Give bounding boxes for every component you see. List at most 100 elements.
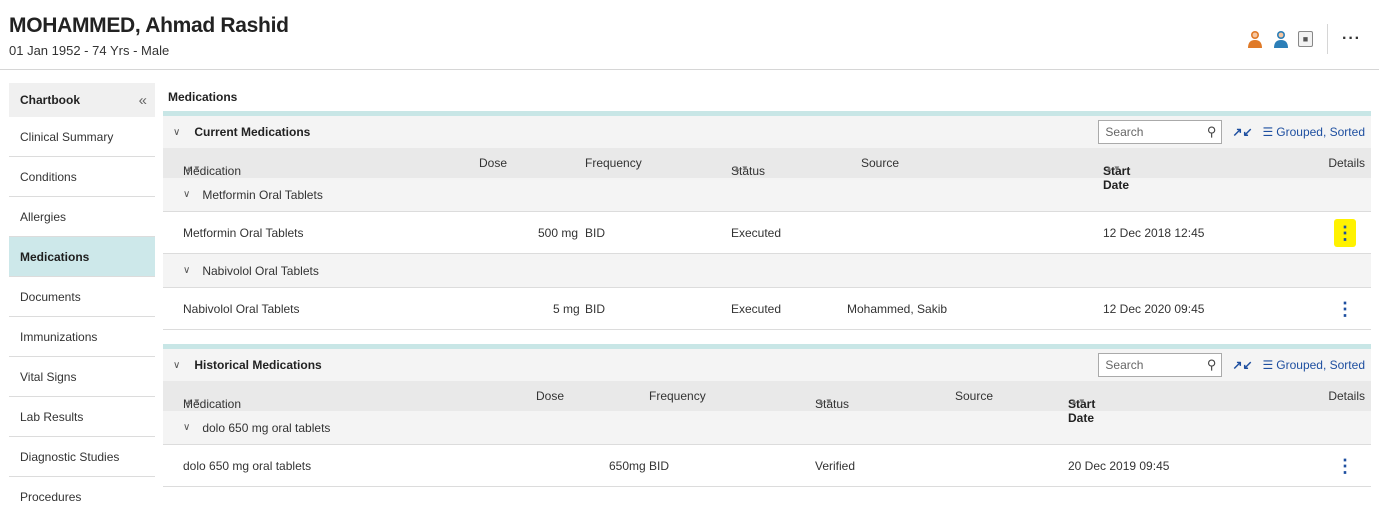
- cell-dose: 500 mg: [538, 226, 579, 240]
- chevron-down-icon[interactable]: ∨: [183, 422, 190, 433]
- table-header: Medication ▲▼ Dose Frequency Status ▲▼ Sou…: [163, 381, 1371, 425]
- sidebar-title: Chartbook: [20, 93, 80, 107]
- cell-status: Verified: [815, 459, 856, 473]
- sort-icon[interactable]: ▲▼: [1105, 164, 1121, 173]
- sort-icon[interactable]: ▲▼: [733, 164, 749, 173]
- lock-icon[interactable]: ■: [1298, 31, 1314, 47]
- column-dose: Dose: [479, 156, 508, 170]
- sort-icon[interactable]: ▲▼: [185, 397, 201, 406]
- search-placeholder: Search: [1105, 358, 1144, 372]
- male-person-icon[interactable]: [1272, 30, 1290, 48]
- table-row[interactable]: Nabivolol Oral Tablets 5 mg BID Executed…: [163, 288, 1371, 330]
- sidebar-item-lab-results[interactable]: Lab Results: [9, 397, 155, 437]
- search-input[interactable]: Search ⚲: [1098, 120, 1223, 144]
- collapse-all-icon[interactable]: ↗↙: [1232, 125, 1252, 139]
- header-divider: [1327, 24, 1329, 54]
- column-details: Details: [1328, 389, 1365, 403]
- sidebar-item-vital-signs[interactable]: Vital Signs: [9, 357, 155, 397]
- group-label: Nabivolol Oral Tablets: [202, 263, 319, 278]
- sidebar-item-label: Vital Signs: [20, 369, 77, 384]
- table-row[interactable]: dolo 650 mg oral tablets 650mg BID Verif…: [163, 445, 1371, 487]
- sidebar-item-clinical-summary[interactable]: Clinical Summary: [9, 117, 155, 157]
- chevron-down-icon[interactable]: ∨: [183, 189, 190, 200]
- cell-medication: Nabivolol Oral Tablets: [183, 302, 300, 316]
- section-tools: Search ⚲ ↗↙ ☰ Grouped, Sorted: [1098, 120, 1365, 144]
- sidebar-item-procedures[interactable]: Procedures: [9, 477, 155, 516]
- column-details: Details: [1328, 156, 1365, 170]
- sidebar-item-label: Documents: [20, 289, 81, 304]
- sort-icon[interactable]: ▲▼: [1070, 397, 1086, 406]
- more-icon[interactable]: ···: [1342, 30, 1361, 48]
- chevron-down-icon[interactable]: ∨: [173, 360, 180, 371]
- row-actions-icon[interactable]: ⋮: [1334, 219, 1356, 247]
- header-toolbar: ■ ···: [1246, 24, 1361, 54]
- column-frequency: Frequency: [649, 389, 706, 403]
- page-title: Medications: [168, 90, 238, 104]
- group-row[interactable]: ∨ Metformin Oral Tablets: [163, 178, 1371, 212]
- cell-medication: dolo 650 mg oral tablets: [183, 459, 312, 473]
- group-label: Metformin Oral Tablets: [202, 187, 323, 202]
- search-icon[interactable]: ⚲: [1207, 124, 1217, 140]
- section-header: ∨ Current Medications Search ⚲ ↗↙ ☰ Grou…: [163, 116, 1371, 148]
- group-row[interactable]: ∨ Nabivolol Oral Tablets: [163, 254, 1371, 288]
- sidebar-item-label: Lab Results: [20, 409, 84, 424]
- cell-frequency: BID: [585, 302, 606, 316]
- table-row[interactable]: Metformin Oral Tablets 500 mg BID Execut…: [163, 212, 1371, 254]
- sidebar-item-label: Conditions: [20, 169, 77, 184]
- sidebar-header: Chartbook «: [9, 83, 155, 117]
- patient-details: 01 Jan 1952 - 74 Yrs - Male: [9, 43, 170, 58]
- cell-status: Executed: [731, 226, 782, 240]
- grouped-sorted-label: Grouped, Sorted: [1276, 125, 1365, 139]
- female-person-icon[interactable]: [1246, 30, 1264, 48]
- sidebar-item-medications[interactable]: Medications: [9, 237, 155, 277]
- patient-name: MOHAMMED, Ahmad Rashid: [9, 14, 289, 37]
- sidebar-item-conditions[interactable]: Conditions: [9, 157, 155, 197]
- sidebar-item-diagnostic-studies[interactable]: Diagnostic Studies: [9, 437, 155, 477]
- sidebar-item-allergies[interactable]: Allergies: [9, 197, 155, 237]
- chevron-down-icon[interactable]: ∨: [183, 265, 190, 276]
- filter-icon: ☰: [1262, 358, 1274, 372]
- cell-medication: Metformin Oral Tablets: [183, 226, 304, 240]
- sidebar-item-label: Allergies: [20, 209, 67, 224]
- search-placeholder: Search: [1105, 125, 1144, 139]
- table-header: Medication ▲▼ Dose Frequency Status ▲▼ Sou…: [163, 148, 1371, 192]
- grouped-sorted-button[interactable]: ☰ Grouped, Sorted: [1263, 125, 1366, 139]
- section-title: Current Medications: [194, 125, 311, 139]
- filter-icon: ☰: [1262, 125, 1274, 139]
- row-actions-icon[interactable]: ⋮: [1334, 452, 1356, 480]
- cell-status: Executed: [731, 302, 782, 316]
- historical-medications-section: ∨ Historical Medications Search ⚲ ↗↙ ☰ G…: [163, 344, 1371, 487]
- cell-source: Mohammed, Sakib: [847, 302, 948, 316]
- column-source: Source: [861, 156, 900, 170]
- search-icon[interactable]: ⚲: [1207, 357, 1217, 373]
- search-input[interactable]: Search ⚲: [1098, 353, 1223, 377]
- cell-frequency: BID: [649, 459, 670, 473]
- sort-icon[interactable]: ▲▼: [185, 164, 201, 173]
- collapse-sidebar-icon[interactable]: «: [139, 92, 147, 109]
- collapse-all-icon[interactable]: ↗↙: [1232, 358, 1252, 372]
- cell-dose: 5 mg: [553, 302, 580, 316]
- section-tools: Search ⚲ ↗↙ ☰ Grouped, Sorted: [1098, 353, 1365, 377]
- cell-start-date: 20 Dec 2019 09:45: [1068, 459, 1170, 473]
- patient-header: MOHAMMED, Ahmad Rashid 01 Jan 1952 - 74 …: [0, 0, 1379, 70]
- grouped-sorted-button[interactable]: ☰ Grouped, Sorted: [1263, 358, 1366, 372]
- medications-panel: Medications ∨ Current Medications Search…: [163, 83, 1371, 487]
- chevron-down-icon[interactable]: ∨: [173, 127, 180, 138]
- section-gap: [163, 330, 1371, 344]
- cell-start-date: 12 Dec 2020 09:45: [1103, 302, 1205, 316]
- group-label: dolo 650 mg oral tablets: [202, 420, 331, 435]
- row-actions-icon[interactable]: ⋮: [1334, 295, 1356, 323]
- column-source: Source: [955, 389, 994, 403]
- current-medications-section: ∨ Current Medications Search ⚲ ↗↙ ☰ Grou…: [163, 111, 1371, 330]
- column-dose: Dose: [536, 389, 565, 403]
- sidebar-item-immunizations[interactable]: Immunizations: [9, 317, 155, 357]
- section-title: Historical Medications: [194, 358, 322, 372]
- sort-icon[interactable]: ▲▼: [817, 397, 833, 406]
- section-header: ∨ Historical Medications Search ⚲ ↗↙ ☰ G…: [163, 349, 1371, 381]
- sidebar-item-documents[interactable]: Documents: [9, 277, 155, 317]
- group-row[interactable]: ∨ dolo 650 mg oral tablets: [163, 411, 1371, 445]
- sidebar-item-label: Immunizations: [20, 329, 98, 344]
- grouped-sorted-label: Grouped, Sorted: [1276, 358, 1365, 372]
- sidebar-item-label: Clinical Summary: [20, 129, 114, 144]
- sidebar-item-label: Medications: [20, 249, 90, 264]
